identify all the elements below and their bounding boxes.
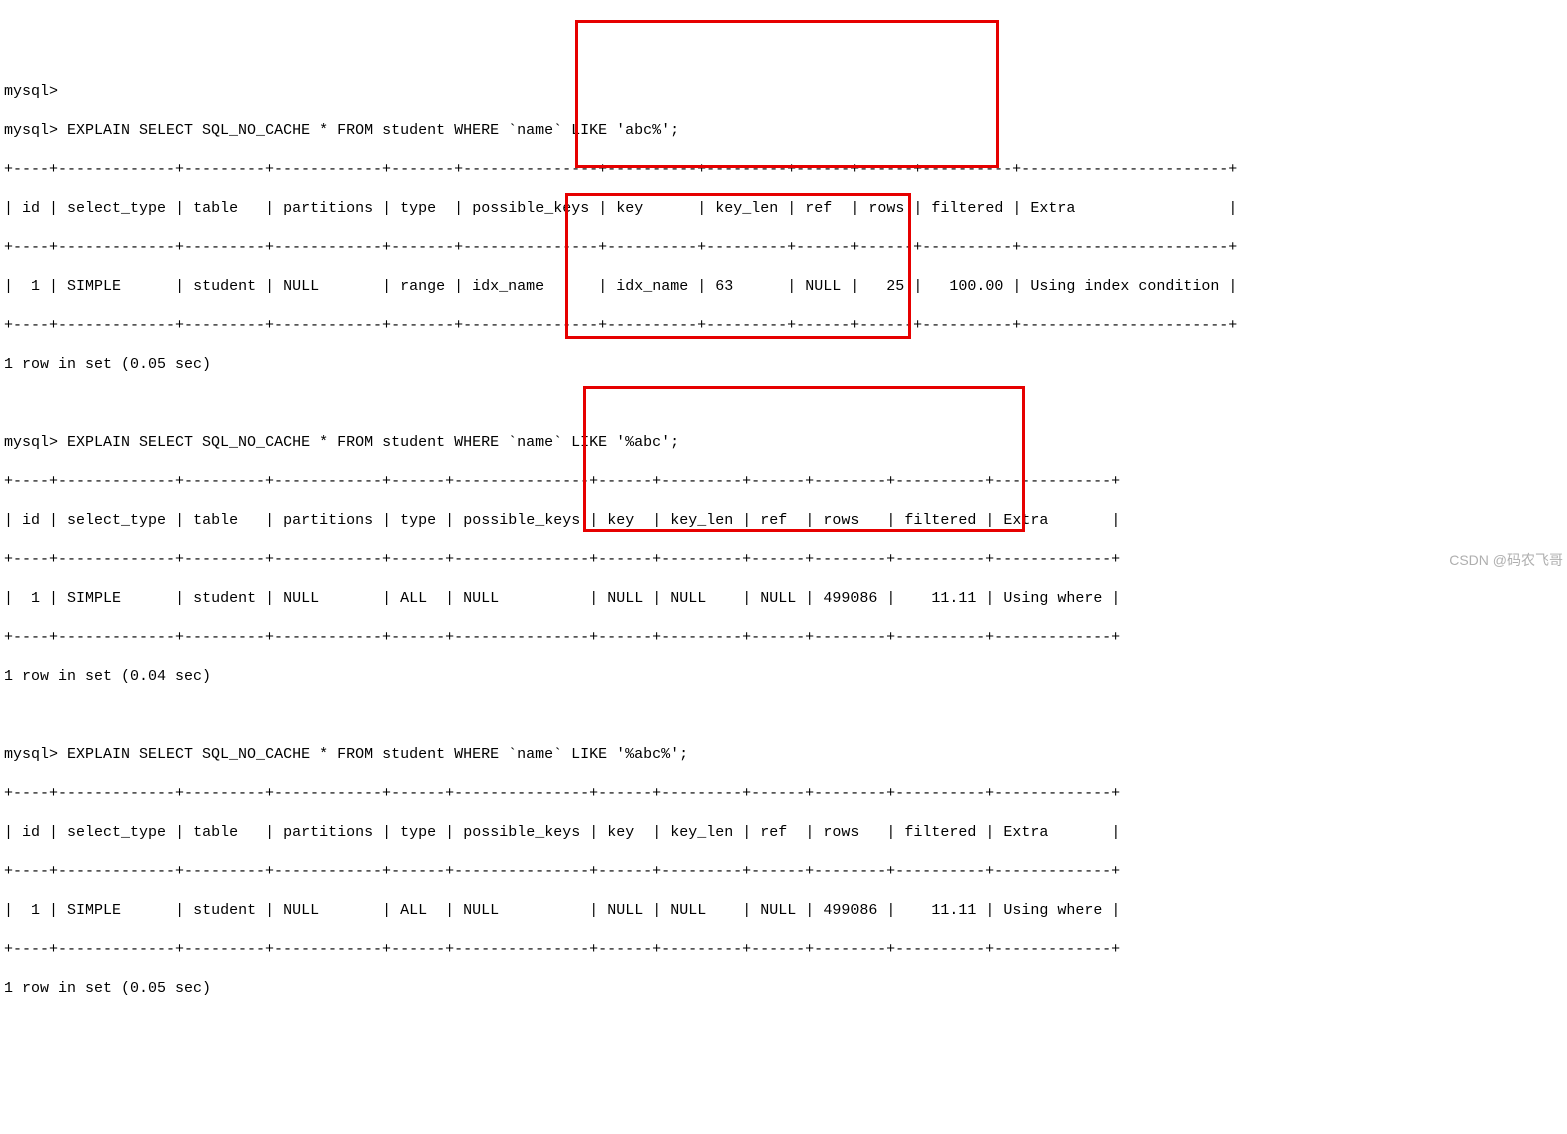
query-line-2: mysql> EXPLAIN SELECT SQL_NO_CACHE * FRO… (4, 745, 1567, 765)
table-border: +----+-------------+---------+----------… (4, 238, 1567, 258)
prompt-empty: mysql> (4, 82, 1567, 102)
table-row-2: | 1 | SIMPLE | student | NULL | ALL | NU… (4, 901, 1567, 921)
table-border: +----+-------------+---------+----------… (4, 160, 1567, 180)
query-line-0: mysql> EXPLAIN SELECT SQL_NO_CACHE * FRO… (4, 121, 1567, 141)
table-border: +----+-------------+---------+----------… (4, 472, 1567, 492)
table-header-2: | id | select_type | table | partitions … (4, 823, 1567, 843)
table-border: +----+-------------+---------+----------… (4, 316, 1567, 336)
table-border: +----+-------------+---------+----------… (4, 784, 1567, 804)
result-footer-0: 1 row in set (0.05 sec) (4, 355, 1567, 375)
table-row-0: | 1 | SIMPLE | student | NULL | range | … (4, 277, 1567, 297)
table-header-1: | id | select_type | table | partitions … (4, 511, 1567, 531)
blank (4, 706, 1567, 726)
table-border: +----+-------------+---------+----------… (4, 940, 1567, 960)
result-footer-2: 1 row in set (0.05 sec) (4, 979, 1567, 999)
table-row-1: | 1 | SIMPLE | student | NULL | ALL | NU… (4, 589, 1567, 609)
watermark-text: CSDN @码农飞哥 (1449, 551, 1563, 569)
table-border: +----+-------------+---------+----------… (4, 628, 1567, 648)
result-footer-1: 1 row in set (0.04 sec) (4, 667, 1567, 687)
blank (4, 394, 1567, 414)
query-line-1: mysql> EXPLAIN SELECT SQL_NO_CACHE * FRO… (4, 433, 1567, 453)
table-header-0: | id | select_type | table | partitions … (4, 199, 1567, 219)
table-border: +----+-------------+---------+----------… (4, 862, 1567, 882)
